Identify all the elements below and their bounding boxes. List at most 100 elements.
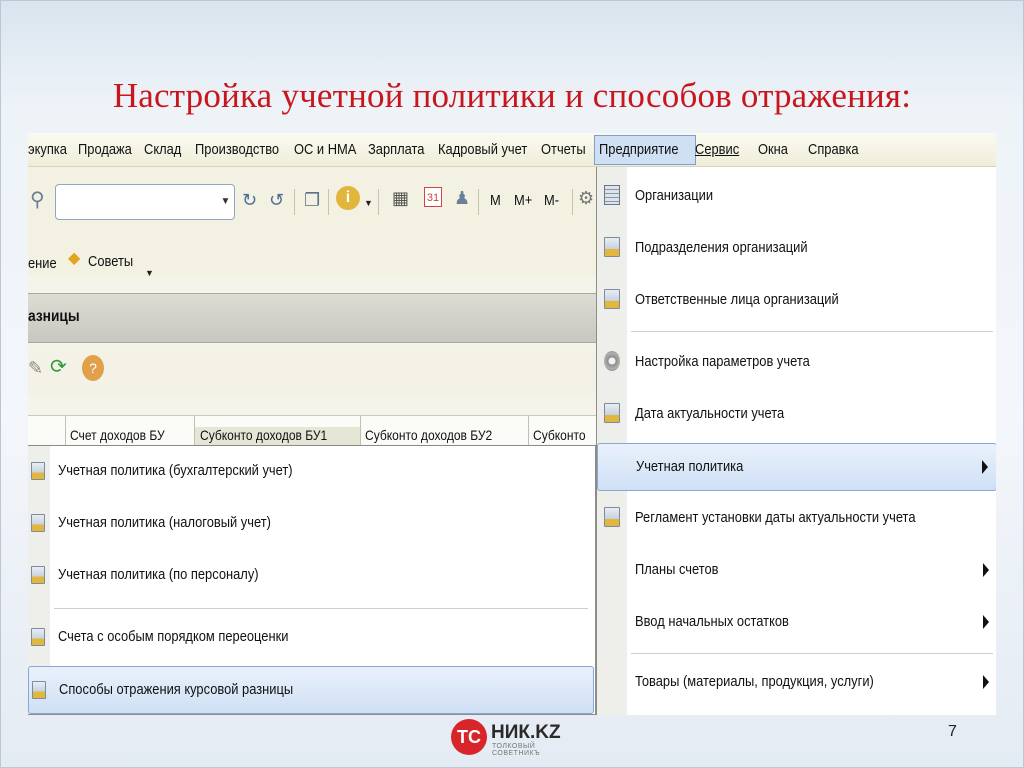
submenu-item-label: Учетная политика (бухгалтерский учет) bbox=[58, 462, 293, 479]
column-header-subconto-3[interactable]: Субконто bbox=[533, 427, 596, 446]
menu-warehouse[interactable]: Склад bbox=[144, 141, 187, 158]
enterprise-dropdown-menu: Организации Подразделения организаций От… bbox=[596, 167, 996, 715]
document-icon bbox=[604, 507, 620, 527]
menu-purchase[interactable]: экупка bbox=[28, 141, 73, 158]
submenu-item-policy-personnel[interactable]: Учетная политика (по персоналу) bbox=[28, 552, 596, 600]
dropdown-item-opening-balances[interactable]: Ввод начальных остатков bbox=[597, 599, 996, 647]
document-icon bbox=[32, 681, 46, 699]
section-title: азницы bbox=[28, 308, 80, 325]
menu-enterprise[interactable]: Предприятие bbox=[594, 135, 697, 165]
menu-help[interactable]: Справка bbox=[808, 141, 867, 158]
dropdown-item-label: Регламент установки даты актуальности уч… bbox=[635, 509, 916, 526]
edit-icon[interactable]: ✎ bbox=[28, 359, 43, 377]
dropdown-item-label: Организации bbox=[635, 187, 714, 204]
menubar: экупка Продажа Склад Производство ОС и Н… bbox=[28, 133, 996, 167]
document-icon bbox=[31, 628, 45, 646]
document-icon bbox=[604, 237, 620, 257]
memory-minus-button[interactable]: M- bbox=[544, 192, 562, 209]
submenu-item-label: Учетная политика (налоговый учет) bbox=[58, 514, 271, 531]
slide-title: Настройка учетной политики и способов от… bbox=[112, 76, 912, 115]
logo-tagline: ТОЛКОВЫЙ СОВЕТНИКЪ bbox=[492, 743, 541, 757]
toolbar-separator bbox=[572, 189, 573, 215]
tips-icon[interactable]: ◆ bbox=[68, 251, 80, 267]
toolbar: ⚲ ▼ ↻ ↺ ❐ i ▼ ▦ 31 ♟ M M+ M- ⚙ ение ◆ Со… bbox=[28, 167, 596, 278]
submenu-separator bbox=[54, 608, 588, 609]
toolbar-separator bbox=[328, 189, 329, 215]
menu-windows[interactable]: Окна bbox=[758, 141, 793, 158]
document-icon bbox=[31, 566, 45, 584]
section-header: азницы bbox=[28, 293, 596, 343]
dropdown-item-label: Планы счетов bbox=[635, 561, 719, 578]
dropdown-item-label: Настройка параметров учета bbox=[635, 353, 810, 370]
dropdown-item-relevance-date[interactable]: Дата актуальности учета bbox=[597, 391, 996, 439]
search-icon[interactable]: ⚲ bbox=[30, 190, 45, 210]
dropdown-item-departments[interactable]: Подразделения организаций bbox=[597, 225, 996, 273]
logo-name: НИК.KZ bbox=[491, 722, 561, 743]
submenu-item-exchange-difference[interactable]: Способы отражения курсовой разницы bbox=[28, 666, 594, 714]
dropdown-item-charts-of-accounts[interactable]: Планы счетов bbox=[597, 547, 996, 595]
building-icon bbox=[604, 185, 620, 205]
users-icon[interactable]: ♟ bbox=[454, 189, 470, 207]
submenu-arrow-icon bbox=[982, 460, 988, 474]
menu-reports[interactable]: Отчеты bbox=[541, 141, 593, 158]
dropdown-item-label: Ввод начальных остатков bbox=[635, 613, 789, 630]
submenu-arrow-icon bbox=[983, 675, 989, 689]
toolbar-partial-label: ение bbox=[28, 255, 57, 272]
dropdown-item-label: Учетная политика bbox=[636, 458, 744, 475]
column-header-income-account[interactable]: Счет доходов БУ bbox=[70, 427, 192, 446]
search-next-icon[interactable]: ↻ bbox=[242, 191, 257, 209]
tips-button[interactable]: Советы bbox=[88, 253, 140, 270]
document-icon bbox=[604, 289, 620, 309]
menu-fixed-assets[interactable]: ОС и НМА bbox=[294, 141, 367, 158]
dropdown-separator bbox=[631, 331, 993, 332]
column-header-subconto-2[interactable]: Субконто доходов БУ2 bbox=[365, 427, 525, 446]
logo-mark: ТС bbox=[451, 719, 487, 755]
menu-hr[interactable]: Кадровый учет bbox=[438, 141, 542, 158]
info-icon[interactable]: i bbox=[336, 186, 360, 210]
dropdown-item-accounting-settings[interactable]: Настройка параметров учета bbox=[597, 339, 996, 387]
menu-production[interactable]: Производство bbox=[195, 141, 293, 158]
toolbar-separator bbox=[294, 189, 295, 215]
column-header-subconto-1[interactable]: Субконто доходов БУ1 bbox=[195, 427, 360, 446]
search-input[interactable] bbox=[55, 184, 235, 220]
dropdown-item-responsible-persons[interactable]: Ответственные лица организаций bbox=[597, 277, 996, 325]
dropdown-item-goods[interactable]: Товары (материалы, продукция, услуги) bbox=[597, 659, 996, 707]
dropdown-item-organizations[interactable]: Организации bbox=[597, 173, 996, 221]
help-icon[interactable]: ? bbox=[82, 355, 104, 381]
submenu-item-policy-accounting[interactable]: Учетная политика (бухгалтерский учет) bbox=[28, 448, 596, 496]
menu-salary[interactable]: Зарплата bbox=[368, 141, 434, 158]
toolbar-separator bbox=[378, 189, 379, 215]
menu-service[interactable]: Сервис bbox=[695, 141, 746, 158]
brand-logo: ТС НИК.KZ ТОЛКОВЫЙ СОВЕТНИКЪ bbox=[451, 717, 581, 757]
submenu-item-label: Способы отражения курсовой разницы bbox=[59, 681, 294, 698]
submenu-arrow-icon bbox=[983, 563, 989, 577]
refresh-icon[interactable]: ⟳ bbox=[50, 357, 67, 377]
dropdown-item-accounting-policy[interactable]: Учетная политика bbox=[597, 443, 996, 491]
info-dropdown-icon[interactable]: ▼ bbox=[364, 199, 373, 208]
search-prev-icon[interactable]: ↺ bbox=[269, 191, 284, 209]
settings-icon[interactable]: ⚙ bbox=[578, 189, 594, 207]
action-toolbar: ✎ ⟳ ? bbox=[28, 345, 596, 395]
toolbar-separator bbox=[478, 189, 479, 215]
submenu-item-label: Учетная политика (по персоналу) bbox=[58, 566, 259, 583]
calendar-icon[interactable]: 31 bbox=[424, 187, 442, 207]
search-dropdown-button[interactable]: ▼ bbox=[217, 187, 234, 217]
dropdown-item-label: Дата актуальности учета bbox=[635, 405, 785, 422]
column-divider bbox=[65, 416, 66, 446]
menu-sales[interactable]: Продажа bbox=[78, 141, 141, 158]
copy-icon[interactable]: ❐ bbox=[304, 191, 320, 209]
tips-dropdown-icon[interactable]: ▼ bbox=[145, 269, 154, 278]
accounting-policy-submenu: Учетная политика (бухгалтерский учет) Уч… bbox=[28, 445, 596, 715]
submenu-item-revaluation-accounts[interactable]: Счета с особым порядком переоценки bbox=[28, 614, 596, 662]
calculator-icon[interactable]: ▦ bbox=[392, 189, 409, 207]
memory-button[interactable]: M bbox=[490, 192, 503, 209]
document-icon bbox=[31, 462, 45, 480]
gear-icon bbox=[604, 351, 620, 371]
page-number: 7 bbox=[948, 723, 957, 740]
column-divider bbox=[360, 416, 361, 446]
memory-plus-button[interactable]: M+ bbox=[514, 192, 535, 209]
dropdown-item-label: Ответственные лица организаций bbox=[635, 291, 839, 308]
submenu-item-policy-tax[interactable]: Учетная политика (налоговый учет) bbox=[28, 500, 596, 548]
dropdown-item-relevance-regulation[interactable]: Регламент установки даты актуальности уч… bbox=[597, 495, 996, 543]
dropdown-separator bbox=[631, 653, 993, 654]
